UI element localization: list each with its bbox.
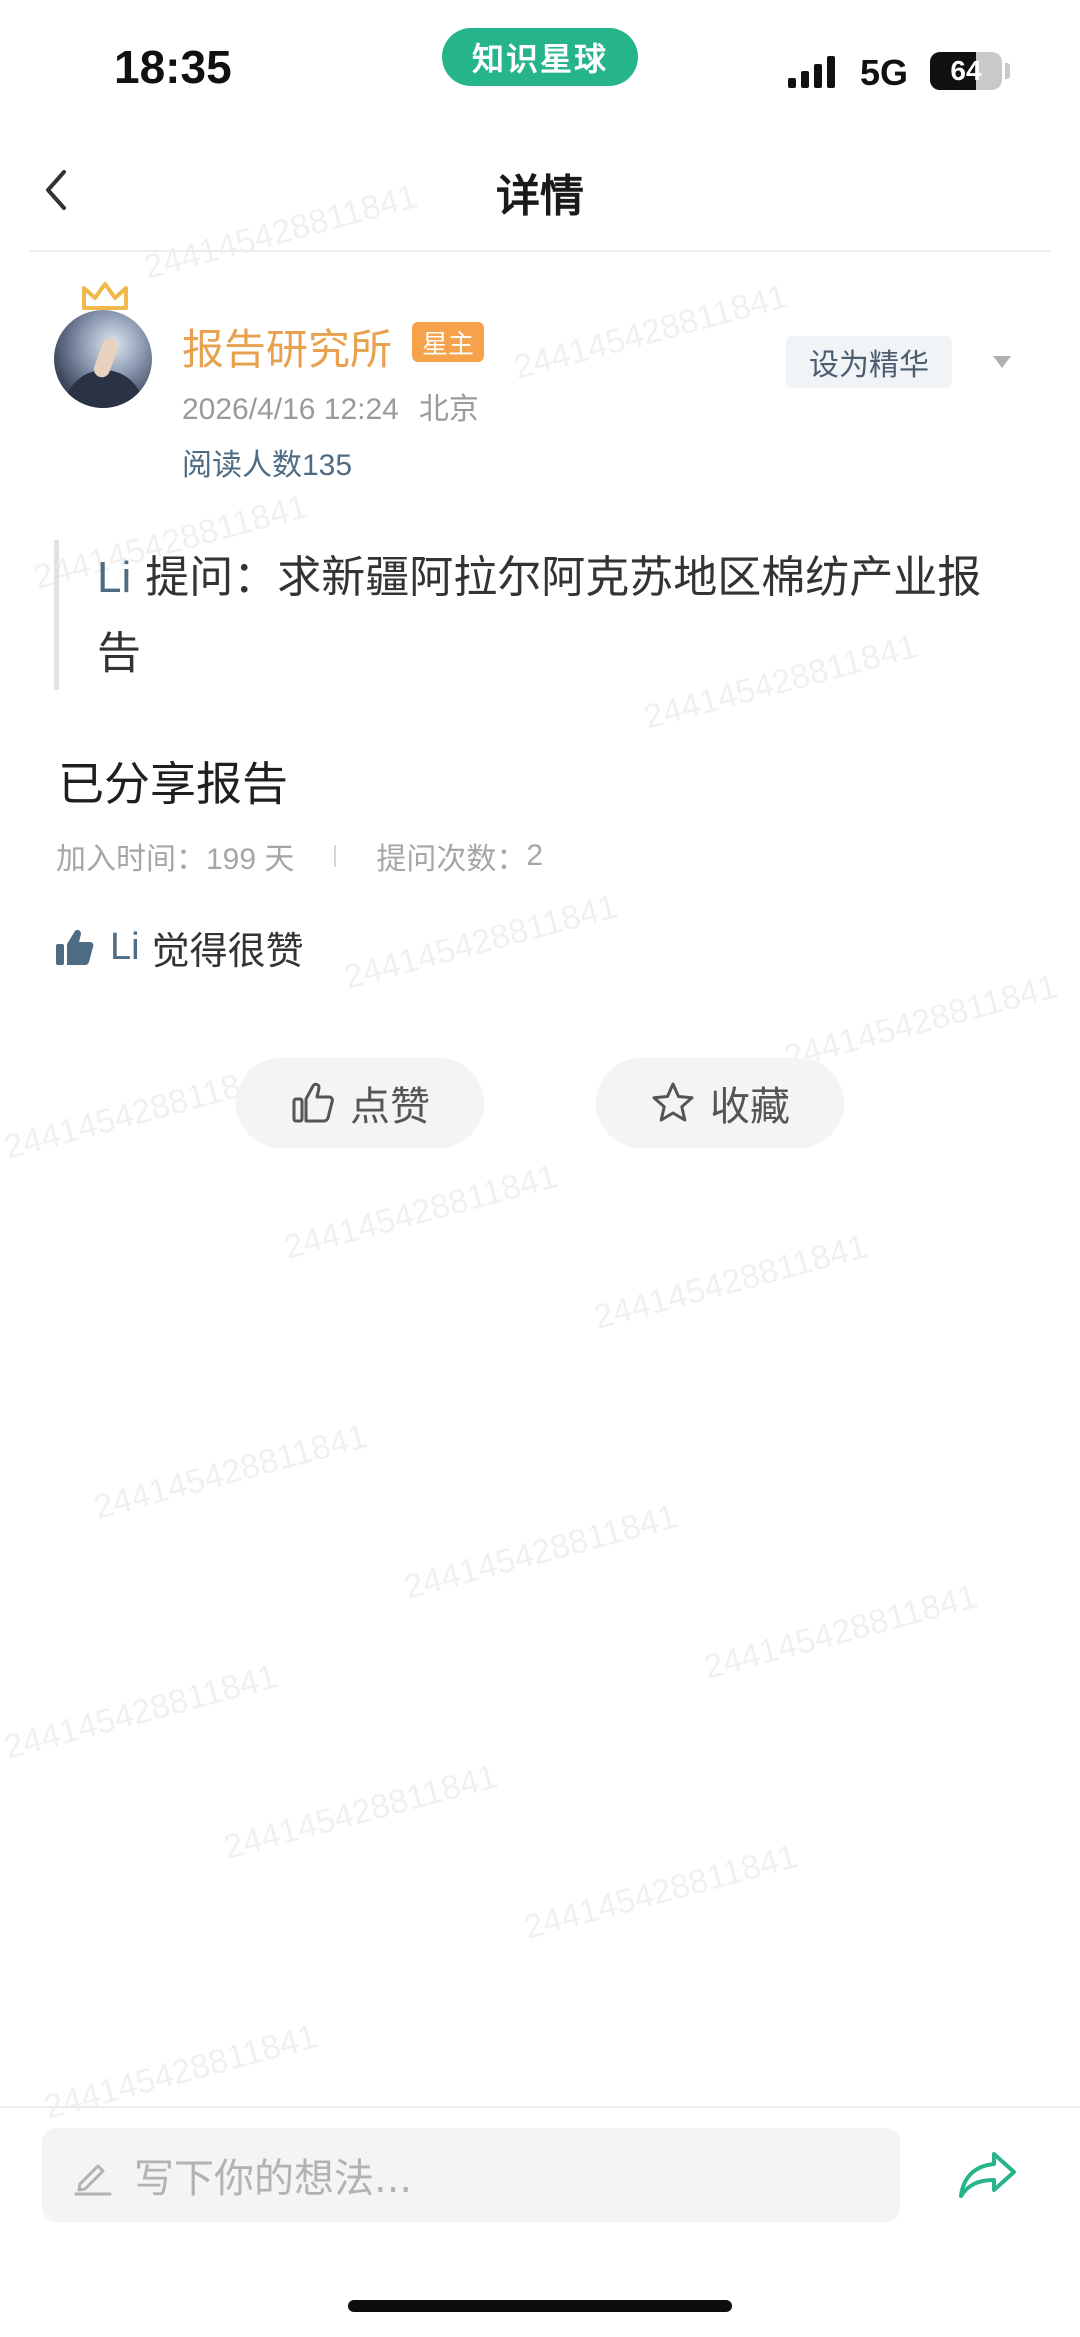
signal-icon [788, 56, 835, 88]
page-title: 详情 [496, 171, 584, 222]
question-block: Li 提问：求新疆阿拉尔阿克苏地区棉纺产业报告 [54, 540, 1014, 690]
comment-placeholder: 写下你的想法... [134, 2156, 413, 2202]
bottom-divider [0, 2106, 1080, 2108]
read-count[interactable]: 阅读人数135 [182, 440, 352, 484]
watermark-text: 244145428811841 [220, 1757, 502, 1867]
more-options-button[interactable] [990, 350, 1014, 374]
crown-icon [82, 282, 128, 310]
ask-count-value: 2 [526, 839, 544, 872]
pen-icon [74, 2164, 112, 2196]
thumbs-up-filled-icon [56, 929, 94, 965]
comment-input[interactable]: 写下你的想法... [42, 2128, 900, 2222]
liker-name[interactable]: Li [110, 926, 140, 969]
share-arrow-icon [959, 2152, 1016, 2198]
like-label: 点赞 [350, 1084, 430, 1130]
answer-text: 已分享报告 [58, 757, 288, 811]
home-indicator[interactable] [348, 2300, 732, 2312]
set-essence-button[interactable]: 设为精华 [786, 336, 952, 388]
watermark-text: 244145428811841 [0, 1657, 282, 1767]
caret-down-icon [993, 356, 1011, 368]
liked-text: 觉得很赞 [151, 929, 304, 973]
thumbs-up-icon [292, 1082, 334, 1123]
post-meta: 2026/4/16 12:24 北京 [182, 384, 479, 428]
watermark-text: 244145428811841 [400, 1497, 682, 1607]
watermark-text: 244145428811841 [590, 1227, 872, 1337]
watermark-text: 244145428811841 [340, 887, 622, 997]
watermark-text: 244145428811841 [700, 1577, 982, 1687]
watermark-text: 244145428811841 [90, 1417, 372, 1527]
read-count-label: 阅读人数 [182, 448, 302, 483]
battery-icon: 64 [930, 52, 1002, 90]
owner-badge: 星主 [412, 322, 484, 362]
author-avatar[interactable] [54, 280, 154, 410]
favorite-button[interactable]: 收藏 [596, 1058, 844, 1148]
likers-row: Li 觉得很赞 [54, 920, 304, 975]
status-bar: 18:35 知识星球 5G 64 [0, 0, 1080, 130]
battery-tip [1005, 63, 1010, 79]
question-asker[interactable]: Li [97, 553, 131, 602]
star-icon [652, 1082, 694, 1122]
watermark-text: 244145428811841 [520, 1837, 802, 1947]
post-date: 2026/4/16 12:24 [182, 393, 399, 426]
join-time-label: 加入时间： [56, 842, 206, 877]
post-location: 北京 [418, 393, 479, 426]
detail-page: 244145428811841 244145428811841 24414542… [0, 0, 1080, 2337]
battery-percent: 64 [950, 55, 982, 86]
clock: 18:35 [114, 41, 232, 93]
network-type: 5G [860, 52, 909, 93]
share-button[interactable] [956, 2146, 1020, 2202]
watermark-text: 244145428811841 [40, 2017, 322, 2127]
watermark-text: 244145428811841 [780, 967, 1062, 1077]
favorite-label: 收藏 [710, 1084, 790, 1130]
join-time-value: 199 天 [206, 843, 295, 876]
watermark-text: 244145428811841 [280, 1157, 562, 1267]
question-body: 提问：求新疆阿拉尔阿克苏地区棉纺产业报告 [97, 552, 982, 679]
nav-header: 详情 [0, 130, 1080, 252]
stats-divider [334, 845, 337, 867]
avatar [54, 310, 152, 408]
question-text: Li 提问：求新疆阿拉尔阿克苏地区棉纺产业报告 [97, 540, 1014, 692]
asker-stats: 加入时间： 199 天 提问次数： 2 [56, 834, 543, 878]
app-badge[interactable]: 知识星球 [442, 28, 638, 86]
header-divider [30, 250, 1050, 252]
watermark-text: 244145428811841 [510, 277, 792, 387]
read-count-value: 135 [302, 449, 353, 482]
author-name[interactable]: 报告研究所 [182, 316, 392, 377]
ask-count-label: 提问次数： [376, 842, 527, 877]
like-button[interactable]: 点赞 [236, 1058, 484, 1148]
